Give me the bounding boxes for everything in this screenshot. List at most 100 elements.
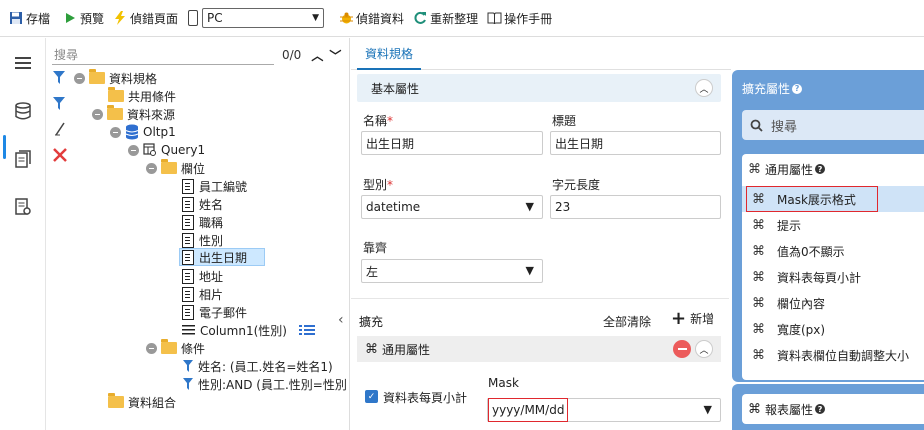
- tree-node-column[interactable]: Column1(性別): [182, 321, 315, 339]
- database-icon[interactable]: [12, 100, 34, 122]
- plus-icon: +: [671, 307, 687, 329]
- chevron-down-icon[interactable]: ﹀: [329, 47, 341, 64]
- collapse-icon[interactable]: [146, 342, 157, 354]
- command-icon: ⌘: [748, 161, 761, 177]
- report-properties-header[interactable]: ⌘ 報表屬性 ?: [742, 394, 924, 424]
- tree-node-condition[interactable]: 性別:AND (員工.性別=性別: [182, 375, 347, 393]
- tree-node-field[interactable]: 員工編號: [182, 177, 247, 195]
- documents-icon[interactable]: [12, 148, 34, 170]
- search-placeholder: 搜尋: [771, 119, 798, 135]
- tree-node-conditions[interactable]: 條件: [146, 339, 205, 357]
- align-select-value: 左: [366, 264, 379, 279]
- tree-node-label: 條件: [181, 341, 206, 356]
- field-icon: [182, 232, 194, 248]
- property-item[interactable]: ⌘ 值為0不顯示: [742, 238, 924, 264]
- tree-search-input[interactable]: 搜尋: [52, 45, 274, 65]
- tree-node-field[interactable]: 姓名: [182, 195, 223, 213]
- active-indicator: [3, 135, 6, 159]
- tree-node-fields[interactable]: 欄位: [146, 159, 205, 177]
- align-label: 靠齊: [363, 241, 388, 255]
- tree-node-data-source[interactable]: 資料來源: [92, 105, 175, 123]
- name-input[interactable]: 出生日期: [361, 131, 543, 155]
- chevron-up-icon[interactable]: ︿: [695, 79, 713, 97]
- save-label: 存檔: [26, 11, 51, 26]
- tree-node-shared-conditions[interactable]: 共用條件: [108, 87, 176, 105]
- length-input[interactable]: 23: [550, 195, 721, 219]
- search-count: 0/0: [282, 48, 302, 62]
- clear-all-button[interactable]: 全部清除: [603, 313, 651, 330]
- chevron-left-icon[interactable]: ‹: [338, 312, 350, 328]
- type-label: 型別*: [363, 178, 394, 192]
- preview-button[interactable]: 預覽: [60, 6, 110, 30]
- field-icon: [182, 249, 194, 265]
- mask-select[interactable]: yyyy/MM/dd ▼: [487, 398, 721, 422]
- property-search-input[interactable]: 搜尋: [742, 110, 924, 140]
- dropdown-arrow-icon: ▼: [525, 200, 534, 213]
- toolbar: 存檔 預覽 偵錯頁面 PC ▼ 偵錯資料 重新整理 操作手冊: [0, 0, 924, 37]
- device-select[interactable]: PC ▼: [202, 8, 325, 28]
- tree-node-label: Column1(性別): [200, 323, 287, 338]
- tree-panel: 搜尋 0/0 ︿ ﹀ 資料規格 共用條件 資料來源 Oltp1 Query1 欄…: [46, 38, 350, 430]
- common-properties-header[interactable]: ⌘ 通用屬性 ︿: [357, 336, 721, 362]
- chevron-up-icon[interactable]: ︿: [695, 340, 713, 358]
- field-icon: [182, 214, 194, 230]
- manual-button[interactable]: 操作手冊: [484, 6, 558, 30]
- tree-node-oltp1[interactable]: Oltp1: [110, 123, 176, 141]
- group-header[interactable]: ⌘ 通用屬性 ?: [742, 156, 924, 182]
- remove-icon[interactable]: [673, 340, 691, 358]
- basic-properties-header[interactable]: 基本屬性 ︿: [357, 74, 721, 102]
- tree-node-data-spec[interactable]: 資料規格: [74, 69, 157, 87]
- property-item[interactable]: ⌘ 欄位內容: [742, 290, 924, 316]
- filter-add-icon[interactable]: [52, 96, 66, 115]
- list-detail-icon[interactable]: [298, 324, 315, 336]
- help-icon[interactable]: ?: [815, 164, 826, 174]
- chevron-up-icon[interactable]: ︿: [311, 47, 323, 64]
- caption-input[interactable]: 出生日期: [550, 131, 721, 155]
- debug-page-button[interactable]: 偵錯頁面: [110, 6, 184, 30]
- tree-node-field[interactable]: 性別: [182, 231, 223, 249]
- help-icon[interactable]: ?: [815, 404, 826, 414]
- subtotal-checkbox[interactable]: ✓: [365, 390, 378, 403]
- name-label: 名稱*: [363, 114, 394, 128]
- property-item[interactable]: ⌘ 資料表欄位自動調整大小: [742, 342, 924, 368]
- chevron-down-icon: ▼: [312, 13, 320, 23]
- property-item[interactable]: ⌘ 寬度(px): [742, 316, 924, 342]
- play-icon: [62, 10, 78, 26]
- filter-icon[interactable]: [52, 70, 66, 89]
- tree-node-field[interactable]: 相片: [182, 285, 223, 303]
- tree-node-query1[interactable]: Query1: [128, 141, 205, 159]
- tree-node-field-selected[interactable]: 出生日期: [179, 248, 265, 266]
- collapse-icon[interactable]: [146, 162, 157, 174]
- panel-title: 擴充屬性?: [742, 80, 803, 97]
- tree-node-field[interactable]: 電子郵件: [182, 303, 247, 321]
- save-button[interactable]: 存檔: [6, 6, 56, 30]
- collapse-icon[interactable]: [128, 144, 139, 156]
- tree-node-data-combination[interactable]: 資料組合: [108, 393, 176, 411]
- edit-icon[interactable]: [54, 122, 66, 139]
- help-icon[interactable]: ?: [792, 83, 803, 94]
- property-item[interactable]: ⌘ 資料表每頁小計: [742, 264, 924, 290]
- delete-icon[interactable]: [53, 148, 67, 165]
- subtotal-label: 資料表每頁小計: [383, 391, 468, 405]
- collapse-icon[interactable]: [110, 126, 121, 138]
- length-label: 字元長度: [552, 178, 601, 192]
- tree-search-row: 搜尋 0/0 ︿ ﹀: [52, 44, 342, 66]
- tree-node-field[interactable]: 職稱: [182, 213, 223, 231]
- property-item[interactable]: ⌘ 提示: [742, 212, 924, 238]
- report-settings-icon[interactable]: [12, 196, 34, 218]
- add-button[interactable]: + 新增: [671, 307, 714, 329]
- tree-node-condition[interactable]: 姓名: (員工.姓名=姓名1): [182, 357, 333, 375]
- type-select[interactable]: datetime ▼: [361, 195, 543, 219]
- collapse-icon[interactable]: [92, 108, 103, 120]
- collapse-icon[interactable]: [74, 72, 85, 84]
- reorganize-button[interactable]: 重新整理: [410, 6, 484, 30]
- field-icon: [182, 304, 194, 320]
- properties-panel: 基本屬性 ︿ 名稱* 出生日期 標題 出生日期 型別* datetime ▼ 字…: [351, 70, 729, 430]
- property-item[interactable]: ⌘ Mask展示格式: [742, 186, 924, 212]
- tab-data-spec[interactable]: 資料規格: [357, 38, 421, 70]
- menu-icon[interactable]: [12, 52, 34, 74]
- debug-data-button[interactable]: 偵錯資料: [336, 6, 410, 30]
- align-select[interactable]: 左 ▼: [361, 259, 543, 283]
- command-icon: ⌘: [748, 401, 761, 417]
- tree-node-field[interactable]: 地址: [182, 267, 223, 285]
